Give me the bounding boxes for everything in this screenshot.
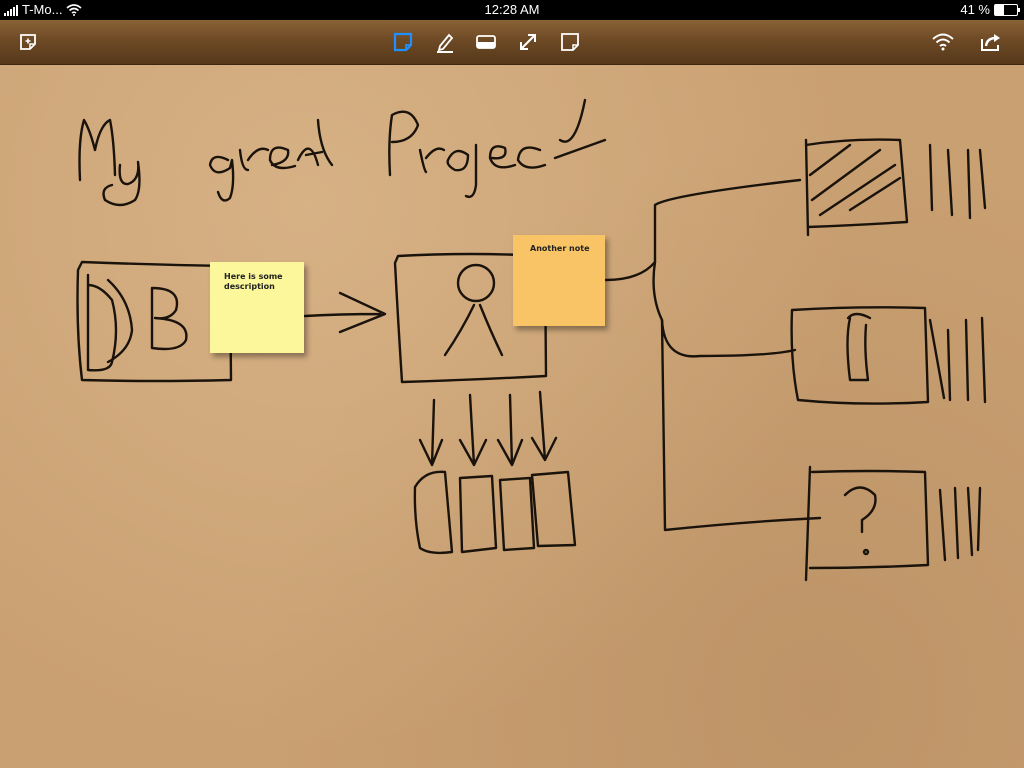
note-tool-button[interactable] (389, 28, 417, 56)
sticky-note-description[interactable]: Here is some description (210, 262, 304, 353)
battery-group: 41 % (960, 2, 1020, 17)
pencil-icon (437, 33, 454, 53)
wifi-icon (932, 33, 954, 51)
drawing-canvas[interactable]: Here is some description Another note (0, 65, 1024, 768)
move-tool-button[interactable] (514, 28, 542, 56)
sticky-note-text: Here is some description (224, 272, 283, 291)
wifi-share-button[interactable] (929, 28, 957, 56)
sticky-note-another[interactable]: Another note (513, 235, 605, 326)
wifi-icon (66, 3, 82, 16)
resize-arrows-icon (520, 34, 536, 50)
sticky-note-text: Another note (530, 244, 590, 253)
new-note-icon (20, 34, 36, 50)
text-note-button[interactable] (556, 28, 584, 56)
share-icon (981, 34, 1000, 51)
handwriting-layer (76, 98, 987, 582)
status-bar: T-Mo... 12:28 AM 41 % (0, 0, 1024, 20)
export-button[interactable] (977, 28, 1005, 56)
eraser-tool-button[interactable] (472, 28, 500, 56)
signal-bars-icon (4, 4, 18, 16)
carrier-group: T-Mo... (4, 2, 82, 17)
sticky-note-icon (393, 32, 413, 52)
eraser-icon (476, 35, 496, 49)
battery-icon (994, 3, 1020, 16)
carrier-label: T-Mo... (22, 2, 63, 17)
toolbar (0, 20, 1024, 65)
new-page-button[interactable] (14, 28, 42, 56)
note-icon (561, 33, 579, 51)
battery-percent: 41 % (960, 2, 990, 17)
clock: 12:28 AM (484, 2, 540, 17)
pen-tool-button[interactable] (431, 28, 459, 56)
